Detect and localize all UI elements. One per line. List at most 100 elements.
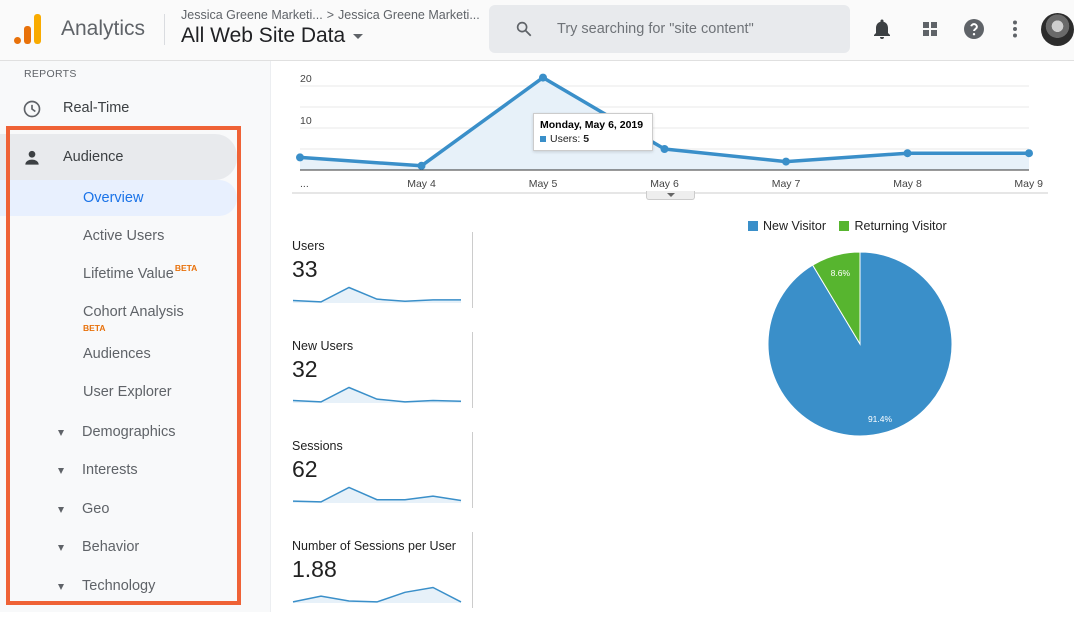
chart-expand-toggle[interactable] bbox=[646, 191, 695, 200]
data-point bbox=[539, 73, 547, 82]
sidebar-item-label: Audience bbox=[63, 149, 124, 165]
more-vert-icon[interactable] bbox=[1003, 17, 1027, 41]
sidebar-item-audience[interactable]: Audience bbox=[0, 134, 237, 180]
breadcrumb[interactable]: Jessica Greene Marketi... > Jessica Greene… bbox=[181, 8, 480, 22]
sparkline bbox=[292, 286, 461, 303]
y-tick-label: 10 bbox=[300, 115, 312, 127]
view-selector[interactable]: All Web Site Data bbox=[181, 24, 364, 48]
metric-divider bbox=[472, 332, 473, 408]
metric-value: 32 bbox=[292, 356, 318, 382]
legend-item-new-visitor[interactable]: New Visitor bbox=[748, 219, 826, 233]
legend-swatch bbox=[748, 221, 758, 231]
top-app-bar: Analytics Jessica Greene Marketi... > Jess… bbox=[0, 0, 1074, 61]
sidebar-item-cohort-analysis[interactable]: Cohort Analysis BETA bbox=[0, 294, 237, 334]
help-icon[interactable] bbox=[962, 17, 986, 41]
expand-triangle-icon bbox=[58, 584, 64, 590]
clock-icon bbox=[23, 100, 41, 118]
area-fill bbox=[300, 77, 1029, 170]
expand-triangle-icon bbox=[58, 545, 64, 551]
data-point bbox=[660, 145, 669, 153]
expand-triangle-icon bbox=[58, 468, 64, 474]
sidebar-group-behavior[interactable]: Behavior bbox=[0, 529, 237, 565]
legend-label: New Visitor bbox=[763, 219, 826, 233]
sparkline bbox=[292, 386, 462, 403]
legend-item-returning-visitor[interactable]: Returning Visitor bbox=[839, 219, 947, 233]
sidebar-item-overview[interactable]: Overview bbox=[0, 180, 237, 216]
beta-badge: BETA bbox=[83, 323, 106, 333]
sidebar-item-realtime[interactable]: Real-Time bbox=[0, 86, 237, 130]
sidebar-item-audiences[interactable]: Audiences bbox=[0, 336, 237, 372]
metric-value: 62 bbox=[292, 456, 318, 482]
sidebar-item-active-users[interactable]: Active Users bbox=[0, 218, 237, 254]
sidebar-item-label: Technology bbox=[82, 578, 156, 594]
sparkline-area bbox=[293, 487, 461, 503]
sparkline-area bbox=[293, 587, 461, 603]
sidebar-group-technology[interactable]: Technology bbox=[0, 568, 237, 604]
metric-sessions-per-user[interactable]: Number of Sessions per User 1.88 bbox=[292, 532, 474, 619]
metric-label: New Users bbox=[292, 339, 354, 353]
x-tick-label: May 7 bbox=[772, 178, 801, 190]
sidebar-group-demographics[interactable]: Demographics bbox=[0, 414, 237, 450]
sidebar-item-label: Overview bbox=[83, 190, 144, 206]
breadcrumb-account[interactable]: Jessica Greene Marketi... bbox=[181, 8, 323, 22]
main-content: 10 20... May 4 May 5 May 6 May 7 May 8 May 9 Mo… bbox=[272, 61, 1074, 612]
reports-section-label: REPORTS bbox=[24, 68, 77, 80]
x-tick-label: May 6 bbox=[650, 178, 679, 190]
apps-grid-icon[interactable] bbox=[918, 17, 942, 41]
data-point bbox=[1025, 149, 1033, 158]
metric-divider bbox=[472, 432, 473, 508]
breadcrumb-property[interactable]: Jessica Greene Marketi... bbox=[338, 8, 480, 22]
sidebar-item-label: Active Users bbox=[83, 228, 165, 244]
data-point bbox=[903, 149, 912, 158]
tooltip-value: 5 bbox=[583, 133, 590, 145]
metric-users[interactable]: Users 33 bbox=[292, 232, 474, 319]
sidebar-item-label: Real-Time bbox=[63, 100, 130, 116]
expand-triangle-icon bbox=[58, 430, 64, 436]
sidebar-item-label: User Explorer bbox=[83, 384, 172, 400]
pie-data-label: 91.4% bbox=[868, 414, 893, 424]
sidebar-item-lifetime-value[interactable]: Lifetime ValueBETA bbox=[0, 256, 237, 292]
view-name: All Web Site Data bbox=[181, 24, 346, 47]
data-point bbox=[782, 157, 790, 166]
y-tick-label: 20 bbox=[300, 73, 312, 85]
users-line-chart[interactable]: 10 20... May 4 May 5 May 6 May 7 May 8 May 9 bbox=[272, 61, 1062, 211]
search-placeholder: Try searching for "site content" bbox=[557, 21, 754, 37]
metric-value: 33 bbox=[292, 256, 318, 282]
avatar[interactable] bbox=[1041, 13, 1074, 46]
x-tick-label: May 8 bbox=[893, 178, 922, 190]
sidebar-item-label: Geo bbox=[82, 501, 110, 517]
sparkline-line bbox=[292, 286, 461, 303]
analytics-logo-icon[interactable] bbox=[14, 14, 42, 44]
notifications-bell-icon[interactable] bbox=[870, 17, 894, 41]
person-icon bbox=[25, 150, 39, 165]
series-swatch-icon bbox=[540, 136, 546, 143]
tooltip-series: Users bbox=[550, 133, 578, 145]
sidebar-item-user-explorer[interactable]: User Explorer bbox=[0, 374, 237, 410]
search-icon bbox=[516, 21, 532, 37]
sidebar-item-label: Audiences bbox=[83, 346, 151, 362]
visitor-type-pie-chart[interactable]: 91.4% 8.6% bbox=[767, 251, 953, 437]
metric-new-users[interactable]: New Users 32 bbox=[292, 332, 474, 419]
metric-value: 1.88 bbox=[292, 556, 337, 582]
x-tick-label: May 9 bbox=[1014, 178, 1043, 190]
metric-label: Sessions bbox=[292, 439, 343, 453]
x-tick-label: ... bbox=[300, 178, 309, 190]
expand-triangle-icon bbox=[58, 507, 64, 513]
sidebar-group-interests[interactable]: Interests bbox=[0, 452, 237, 488]
sidebar-item-label: Interests bbox=[82, 462, 138, 478]
sidebar-item-label: Lifetime Value bbox=[83, 266, 174, 282]
x-tick-label: May 5 bbox=[529, 178, 558, 190]
sidebar-group-geo[interactable]: Geo bbox=[0, 491, 237, 527]
header-divider bbox=[164, 14, 165, 45]
breadcrumb-separator: > bbox=[326, 8, 335, 22]
caret-down-icon bbox=[353, 33, 364, 39]
metric-sessions[interactable]: Sessions 62 bbox=[292, 432, 474, 519]
legend-swatch bbox=[839, 221, 850, 231]
pie-legend: New Visitor Returning Visitor bbox=[748, 219, 957, 233]
sidebar: REPORTS Real-Time Audience Overview Acti… bbox=[0, 61, 271, 612]
sidebar-item-label: Behavior bbox=[82, 539, 140, 555]
search-input[interactable]: Try searching for "site content" bbox=[489, 5, 850, 53]
metric-label: Number of Sessions per User bbox=[292, 539, 456, 553]
data-point bbox=[417, 161, 426, 170]
pie-data-label: 8.6% bbox=[831, 268, 851, 278]
